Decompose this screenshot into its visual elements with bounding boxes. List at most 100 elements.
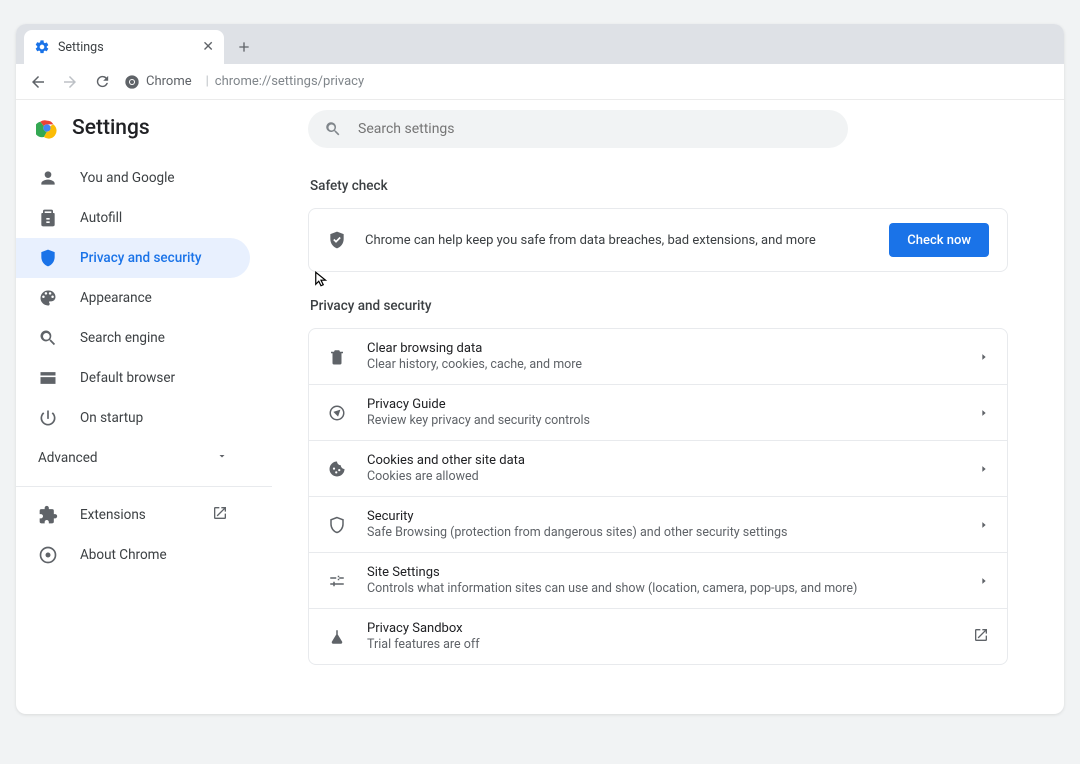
row-title: Cookies and other site data (367, 453, 959, 468)
settings-sidebar: Settings You and Google Autofill Privacy… (16, 100, 272, 714)
row-texts: Cookies and other site dataCookies are a… (367, 453, 959, 484)
shield-check-icon (327, 230, 347, 250)
row-title: Privacy Guide (367, 397, 959, 412)
privacy-row-privacy-guide[interactable]: Privacy GuideReview key privacy and secu… (309, 384, 1007, 440)
tab-title: Settings (58, 40, 104, 55)
sidebar-item-label: Extensions (80, 507, 146, 523)
section-safety-check: Safety check (310, 178, 1008, 194)
clipboard-icon (38, 208, 58, 228)
chevron-right-icon (979, 515, 989, 534)
sidebar-item-appearance[interactable]: Appearance (16, 278, 250, 318)
chevron-right-icon (979, 571, 989, 590)
row-subtitle: Cookies are allowed (367, 469, 959, 484)
row-title: Site Settings (367, 565, 959, 580)
reload-button[interactable] (88, 68, 116, 96)
chevron-right-icon (979, 403, 989, 422)
row-texts: SecuritySafe Browsing (protection from d… (367, 509, 959, 540)
palette-icon (38, 288, 58, 308)
shield-icon (38, 248, 58, 268)
settings-main: Safety check Chrome can help keep you sa… (272, 100, 1064, 714)
sidebar-item-label: On startup (80, 410, 143, 426)
browser-toolbar: Chrome | chrome://settings/privacy (16, 64, 1064, 100)
sidebar-item-search-engine[interactable]: Search engine (16, 318, 250, 358)
new-tab-button[interactable] (230, 33, 258, 61)
row-subtitle: Controls what information sites can use … (367, 581, 959, 596)
puzzle-icon (38, 505, 58, 525)
sidebar-item-label: Appearance (80, 290, 152, 306)
person-icon (38, 168, 58, 188)
compass-icon (327, 403, 347, 423)
search-icon (324, 120, 342, 138)
cookie-icon (327, 459, 347, 479)
row-title: Privacy Sandbox (367, 621, 953, 636)
sidebar-item-you-and-google[interactable]: You and Google (16, 158, 250, 198)
search-icon (38, 328, 58, 348)
trash-icon (327, 347, 347, 367)
sidebar-advanced-toggle[interactable]: Advanced (16, 438, 250, 478)
sidebar-item-autofill[interactable]: Autofill (16, 198, 250, 238)
settings-content: Settings You and Google Autofill Privacy… (16, 100, 1064, 714)
shield-icon (327, 515, 347, 535)
row-title: Clear browsing data (367, 341, 959, 356)
privacy-row-clear-browsing-data[interactable]: Clear browsing dataClear history, cookie… (309, 329, 1007, 384)
back-button[interactable] (24, 68, 52, 96)
tab-strip: Settings ✕ (16, 24, 1064, 64)
sidebar-divider (16, 486, 272, 487)
sidebar-item-about-chrome[interactable]: About Chrome (16, 535, 250, 575)
tab-settings[interactable]: Settings ✕ (24, 30, 224, 64)
sidebar-item-on-startup[interactable]: On startup (16, 398, 250, 438)
sidebar-item-label: Default browser (80, 370, 175, 386)
row-subtitle: Review key privacy and security controls (367, 413, 959, 428)
flask-icon (327, 627, 347, 647)
url-text: chrome://settings/privacy (215, 74, 364, 89)
launch-icon (212, 505, 228, 525)
row-subtitle: Safe Browsing (protection from dangerous… (367, 525, 959, 540)
row-subtitle: Clear history, cookies, cache, and more (367, 357, 959, 372)
forward-button[interactable] (56, 68, 84, 96)
sidebar-item-label: Search engine (80, 330, 165, 346)
sidebar-item-privacy-security[interactable]: Privacy and security (16, 238, 250, 278)
address-bar[interactable]: Chrome | chrome://settings/privacy (124, 74, 364, 90)
chrome-outline-icon (38, 545, 58, 565)
omnibox-divider: | (206, 74, 209, 89)
power-icon (38, 408, 58, 428)
search-input[interactable] (358, 121, 832, 137)
row-title: Security (367, 509, 959, 524)
row-texts: Site SettingsControls what information s… (367, 565, 959, 596)
site-info-chip[interactable]: Chrome (124, 74, 200, 90)
sidebar-item-label: Privacy and security (80, 250, 202, 266)
row-subtitle: Trial features are off (367, 637, 953, 652)
sliders-icon (327, 571, 347, 591)
privacy-row-cookies-and-other-site-data[interactable]: Cookies and other site dataCookies are a… (309, 440, 1007, 496)
privacy-row-security[interactable]: SecuritySafe Browsing (protection from d… (309, 496, 1007, 552)
safety-check-card: Chrome can help keep you safe from data … (308, 208, 1008, 272)
sidebar-item-extensions[interactable]: Extensions (16, 495, 250, 535)
privacy-card: Clear browsing dataClear history, cookie… (308, 328, 1008, 665)
gear-icon (34, 39, 50, 55)
sidebar-item-default-browser[interactable]: Default browser (16, 358, 250, 398)
privacy-row-site-settings[interactable]: Site SettingsControls what information s… (309, 552, 1007, 608)
launch-icon (973, 627, 989, 647)
chevron-right-icon (979, 347, 989, 366)
origin-label: Chrome (146, 74, 192, 89)
row-texts: Privacy GuideReview key privacy and secu… (367, 397, 959, 428)
sidebar-item-label: You and Google (80, 170, 175, 186)
close-icon[interactable]: ✕ (202, 39, 214, 55)
sidebar-item-label: About Chrome (80, 547, 167, 563)
privacy-row-privacy-sandbox[interactable]: Privacy SandboxTrial features are off (309, 608, 1007, 664)
sidebar-item-label: Autofill (80, 210, 122, 226)
check-now-button[interactable]: Check now (889, 223, 989, 257)
chrome-icon (124, 74, 140, 90)
browser-window-icon (38, 368, 58, 388)
settings-search[interactable] (308, 110, 848, 148)
advanced-label: Advanced (38, 450, 98, 466)
app-title-row: Settings (16, 110, 272, 158)
chevron-down-icon (216, 450, 228, 466)
section-privacy-security: Privacy and security (310, 298, 1008, 314)
chrome-logo-icon (36, 117, 58, 139)
row-texts: Clear browsing dataClear history, cookie… (367, 341, 959, 372)
safety-check-text: Chrome can help keep you safe from data … (365, 233, 871, 248)
chevron-right-icon (979, 459, 989, 478)
row-texts: Privacy SandboxTrial features are off (367, 621, 953, 652)
page-title: Settings (72, 116, 150, 140)
